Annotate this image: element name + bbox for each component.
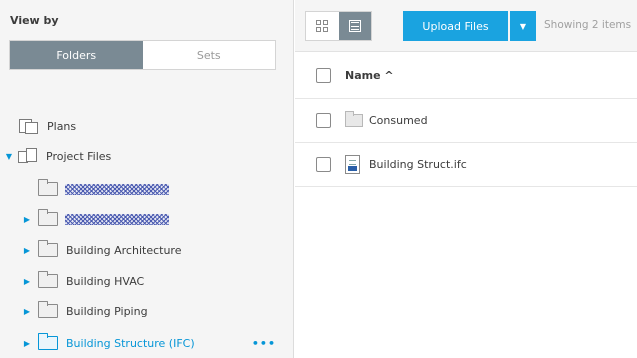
tree-item-plans[interactable]: Plans — [19, 115, 76, 137]
grid-view-button[interactable] — [306, 12, 339, 40]
name-column-header[interactable]: Name ^ — [345, 69, 394, 82]
table-row[interactable]: Building Struct.ifc — [295, 143, 637, 187]
upload-group: Upload Files ▼ — [403, 11, 536, 41]
folder-icon — [38, 271, 58, 288]
tree-item-project-files[interactable]: ▼ Project Files — [4, 145, 111, 167]
tree-item-label: Building Structure (IFC) — [66, 336, 195, 350]
file-list-panel: Upload Files ▼ Showing 2 items Name ^ Co… — [295, 0, 637, 358]
caret-right-icon[interactable]: ▶ — [22, 246, 32, 255]
tree-item-folder[interactable]: ▶ — [22, 208, 169, 230]
tree-item-label: Project Files — [46, 149, 112, 163]
ifc-file-icon — [345, 155, 360, 174]
table-row[interactable]: Consumed — [295, 99, 637, 143]
select-all-checkbox[interactable] — [316, 68, 331, 83]
list-view-button[interactable] — [338, 12, 371, 40]
folder-icon — [38, 179, 58, 196]
tree-item-folder[interactable]: ▶ Building Piping — [22, 300, 148, 322]
grid-icon — [316, 20, 329, 32]
toolbar: Upload Files ▼ Showing 2 items — [295, 0, 637, 52]
upload-files-button[interactable]: Upload Files — [403, 11, 508, 41]
row-name[interactable]: Consumed — [369, 114, 428, 127]
caret-down-icon[interactable]: ▼ — [4, 152, 14, 161]
tree-item-folder-selected[interactable]: ▶ Building Structure (IFC) ••• — [22, 332, 294, 354]
view-by-label: View by — [10, 14, 59, 27]
list-icon — [348, 20, 361, 32]
plans-icon — [19, 117, 39, 135]
tree-item-label: Plans — [47, 119, 77, 133]
view-mode-toggle — [305, 11, 372, 41]
redacted-folder-name — [65, 213, 169, 225]
tree-item-label: Building HVAC — [66, 274, 145, 288]
caret-right-icon[interactable]: ▶ — [22, 307, 32, 316]
tree-item-folder[interactable]: ▶ Building Architecture — [22, 239, 181, 261]
folder-icon — [38, 333, 58, 350]
redacted-folder-name — [65, 183, 169, 195]
folders-tab[interactable]: Folders — [10, 41, 143, 69]
table-header: Name ^ — [295, 53, 637, 99]
more-options-icon[interactable]: ••• — [252, 337, 276, 350]
folder-icon — [38, 209, 58, 226]
left-panel: View by Folders Sets Plans ▼ Project Fil… — [0, 0, 294, 358]
view-by-toggle: Folders Sets — [9, 40, 276, 70]
folder-icon — [38, 301, 58, 318]
item-count-text: Showing 2 items — [544, 19, 632, 31]
upload-dropdown-button[interactable]: ▼ — [510, 11, 536, 41]
tree-item-label: Building Piping — [66, 304, 148, 318]
chevron-down-icon: ▼ — [519, 21, 527, 31]
folder-icon — [38, 240, 58, 257]
project-files-icon — [18, 148, 38, 164]
sets-tab[interactable]: Sets — [142, 41, 275, 69]
caret-right-icon[interactable]: ▶ — [22, 215, 32, 224]
tree-item-label: Building Architecture — [66, 243, 182, 257]
row-checkbox[interactable] — [316, 113, 331, 128]
caret-right-icon[interactable]: ▶ — [22, 277, 32, 286]
row-name[interactable]: Building Struct.ifc — [369, 158, 467, 171]
tree-item-folder[interactable]: ▶ Building HVAC — [22, 270, 144, 292]
tree-item-folder[interactable] — [38, 178, 169, 200]
folder-icon — [345, 111, 363, 127]
caret-right-icon[interactable]: ▶ — [22, 339, 32, 348]
row-checkbox[interactable] — [316, 157, 331, 172]
